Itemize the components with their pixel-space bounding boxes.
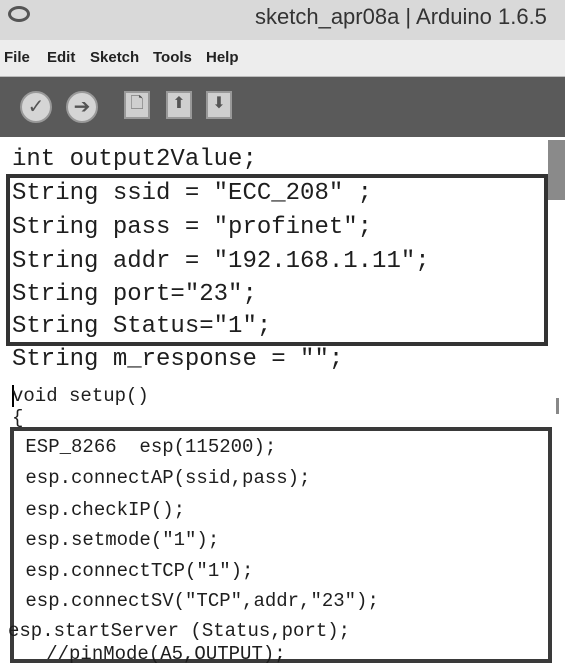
code-line: String ssid = "ECC_208" ; [12,180,373,207]
menu-sketch[interactable]: Sketch [90,49,139,66]
code-line: esp.connectSV("TCP",addr,"23"); [14,590,379,612]
verify-button[interactable]: ✓ [20,91,52,123]
new-button[interactable]: 🗋 [124,91,150,119]
menu-help[interactable]: Help [206,49,239,66]
code-line: { [12,407,24,429]
code-line: String m_response = ""; [12,346,344,373]
code-line: String Status="1"; [12,313,272,340]
upload-button[interactable]: ➔ [66,91,98,123]
title-bar: sketch_apr08a | Arduino 1.6.5 [0,0,565,40]
code-line: String pass = "profinet"; [12,214,373,241]
code-line: esp.connectTCP("1"); [14,560,254,582]
code-line: ESP_8266 esp(115200); [14,436,277,458]
code-line: int output2Value; [12,146,257,173]
arduino-logo-icon [8,6,30,22]
code-line: String addr = "192.168.1.11"; [12,248,430,275]
check-icon: ✓ [27,96,45,118]
menu-bar: File Edit Sketch Tools Help [0,40,565,77]
code-line: void setup() [12,385,149,407]
save-button[interactable]: ⬇ [206,91,232,119]
arrow-up-icon: ⬆ [172,95,186,112]
arrow-down-icon: ⬇ [212,95,226,112]
code-line: esp.connectAP(ssid,pass); [14,467,311,489]
editor-scrollbar[interactable] [548,140,565,200]
code-line: String port="23"; [12,281,257,308]
open-button[interactable]: ⬆ [166,91,192,119]
code-line: esp.startServer (Status,port); [8,620,351,642]
code-line: esp.setmode("1"); [14,529,220,551]
window-title: sketch_apr08a | Arduino 1.6.5 [255,4,547,29]
code-line: //pinMode(A5,OUTPUT); [12,643,286,665]
new-file-icon: 🗋 [130,95,144,112]
editor-scroll-marker [556,398,559,414]
toolbar: ✓ ➔ 🗋 ⬆ ⬇ [0,77,565,137]
code-line: esp.checkIP(); [14,499,186,521]
menu-file[interactable]: File [4,49,30,66]
menu-edit[interactable]: Edit [47,49,75,66]
menu-tools[interactable]: Tools [153,49,192,66]
arrow-right-icon: ➔ [73,96,91,118]
